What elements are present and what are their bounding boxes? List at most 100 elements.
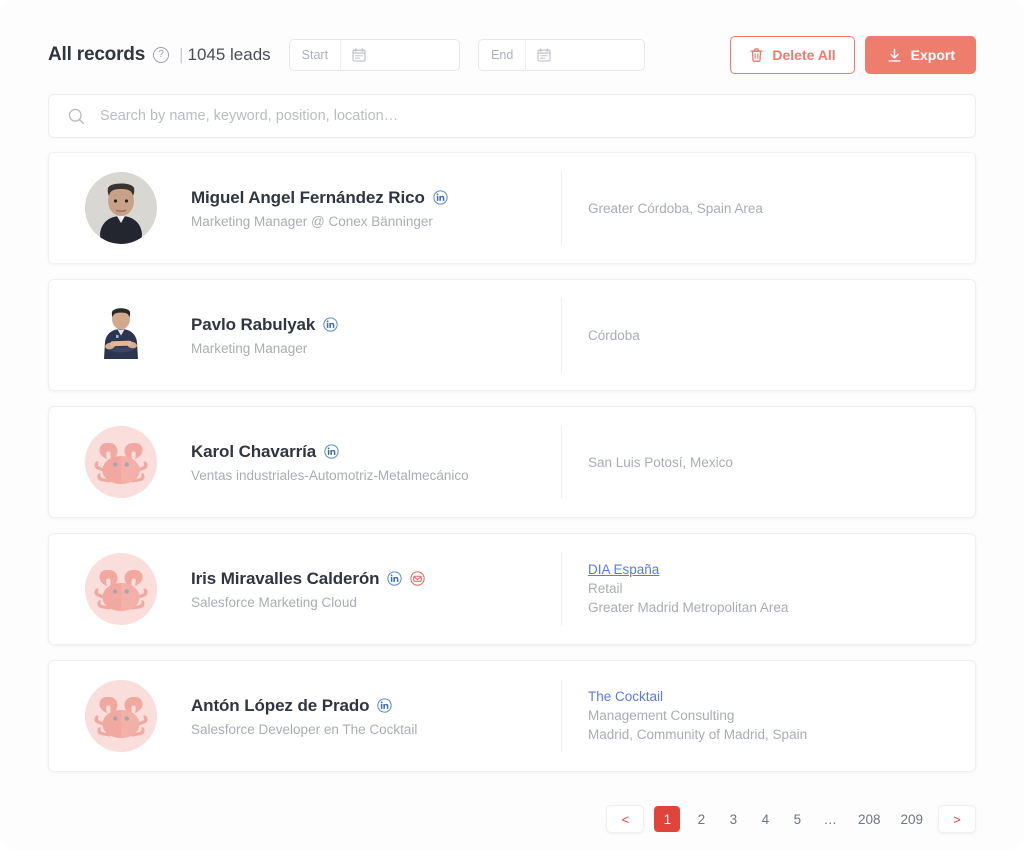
start-date-label: Start — [290, 40, 342, 70]
search-section — [0, 76, 1024, 138]
person-position: Marketing Manager @ Conex Bänninger — [191, 213, 433, 229]
company-name-link[interactable]: The Cocktail — [588, 689, 663, 704]
linkedin-icon[interactable] — [323, 317, 338, 332]
start-date-field[interactable]: Start — [288, 39, 461, 71]
company-industry: Retail — [588, 580, 623, 596]
title-block: All records ? | 1045 leads — [48, 44, 271, 66]
trash-icon — [750, 48, 763, 62]
person-name-row: Antón López de Prado — [191, 696, 561, 716]
linkedin-icon[interactable] — [387, 571, 403, 586]
pagination-page-2[interactable]: 2 — [690, 806, 712, 832]
avatar — [85, 553, 157, 625]
company-name-link[interactable]: DIA España — [588, 562, 659, 577]
delete-all-button[interactable]: Delete All — [730, 36, 855, 74]
crab-placeholder-icon — [85, 680, 157, 752]
person-name-row: Karol Chavarría — [191, 442, 561, 462]
person-cell: Pavlo Rabulyak Marketing Manager — [169, 315, 561, 356]
table-row[interactable]: Antón López de Prado Salesforce Develope… — [48, 660, 976, 772]
linkedin-icon[interactable] — [324, 444, 339, 459]
company-cell: Córdoba — [561, 298, 953, 372]
crab-placeholder-icon — [85, 426, 157, 498]
company-location: Greater Córdoba, Spain Area — [588, 200, 763, 216]
leads-page: All records ? | 1045 leads Start End Del… — [0, 0, 1024, 850]
company-cell: Greater Córdoba, Spain Area — [561, 171, 953, 245]
avatar — [85, 172, 157, 244]
company-industry: Management Consulting — [588, 707, 735, 723]
email-icon[interactable] — [410, 571, 426, 586]
person-name-row: Miguel Angel Fernández Rico — [191, 188, 561, 208]
linkedin-icon[interactable] — [433, 190, 448, 205]
lead-count: | 1045 leads — [179, 45, 271, 65]
person-name-row: Iris Miravalles Calderón — [191, 569, 561, 589]
pagination-ellipsis: … — [823, 811, 838, 827]
person-position: Ventas industriales-Automotriz-Metalmecá… — [191, 467, 469, 483]
person-name: Karol Chavarría — [191, 441, 317, 461]
company-location: Madrid, Community of Madrid, Spain — [588, 726, 808, 742]
pagination-page-209[interactable]: 209 — [895, 806, 928, 832]
question-circle-icon[interactable]: ? — [153, 47, 170, 63]
company-cell: The Cocktail Management Consulting Madri… — [561, 679, 953, 753]
export-button[interactable]: Export — [864, 36, 976, 74]
profile-photo — [85, 172, 157, 244]
person-cell: Antón López de Prado Salesforce Develope… — [169, 696, 561, 737]
pagination: < 1 2 3 4 5 … 208 209 > — [0, 787, 1024, 833]
avatar-cell — [73, 426, 169, 498]
person-position: Salesforce Marketing Cloud — [191, 594, 357, 610]
calendar-icon — [537, 48, 551, 62]
pagination-page-5[interactable]: 5 — [786, 806, 808, 832]
avatar — [85, 426, 157, 498]
avatar — [85, 680, 157, 752]
person-position: Marketing Manager — [191, 340, 308, 356]
avatar-cell — [73, 299, 169, 371]
table-row[interactable]: Karol Chavarría Ventas industriales-Auto… — [48, 406, 976, 518]
count-separator: | — [179, 45, 184, 64]
person-name-row: Pavlo Rabulyak — [191, 315, 561, 335]
person-name: Antón López de Prado — [191, 695, 370, 715]
date-range-group: Start End — [288, 39, 646, 71]
end-date-field[interactable]: End — [478, 39, 646, 71]
company-cell: San Luis Potosí, Mexico — [561, 425, 953, 499]
crab-placeholder-icon — [85, 553, 157, 625]
table-row[interactable]: Iris Miravalles Calderón Salesforce Mark… — [48, 533, 976, 645]
pagination-prev[interactable]: < — [606, 805, 645, 833]
start-date-input[interactable] — [341, 40, 459, 70]
person-name: Iris Miravalles Calderón — [191, 568, 380, 588]
leads-list: Miguel Angel Fernández Rico Marketing Ma… — [0, 138, 1024, 772]
search-input[interactable] — [100, 108, 957, 124]
search-icon — [68, 108, 85, 124]
company-location: Greater Madrid Metropolitan Area — [588, 599, 789, 615]
pagination-page-1[interactable]: 1 — [654, 806, 681, 832]
person-cell: Miguel Angel Fernández Rico Marketing Ma… — [169, 188, 561, 229]
end-date-input[interactable] — [526, 40, 644, 70]
person-name: Miguel Angel Fernández Rico — [191, 187, 425, 207]
person-cell: Iris Miravalles Calderón Salesforce Mark… — [169, 569, 561, 610]
page-header: All records ? | 1045 leads Start End Del… — [0, 0, 1024, 76]
company-cell: DIA España Retail Greater Madrid Metropo… — [561, 552, 953, 626]
header-actions: Delete All Export — [730, 36, 976, 74]
company-location: San Luis Potosí, Mexico — [588, 454, 733, 470]
person-name: Pavlo Rabulyak — [191, 314, 316, 334]
search-box[interactable] — [48, 94, 976, 138]
pagination-page-4[interactable]: 4 — [754, 806, 776, 832]
avatar — [85, 299, 157, 371]
person-cell: Karol Chavarría Ventas industriales-Auto… — [169, 442, 561, 483]
profile-photo — [85, 299, 157, 371]
table-row[interactable]: Pavlo Rabulyak Marketing Manager Córdoba — [48, 279, 976, 391]
delete-all-label: Delete All — [772, 47, 836, 63]
page-title: All records — [48, 44, 146, 65]
person-position: Salesforce Developer en The Cocktail — [191, 721, 418, 737]
download-icon — [888, 48, 901, 62]
export-label: Export — [910, 47, 955, 63]
avatar-cell — [73, 680, 169, 752]
calendar-icon — [352, 48, 366, 62]
lead-count-value: 1045 leads — [187, 45, 271, 64]
avatar-cell — [73, 172, 169, 244]
linkedin-icon[interactable] — [377, 698, 393, 713]
pagination-next[interactable]: > — [938, 805, 976, 833]
end-date-label: End — [479, 40, 527, 70]
company-location: Córdoba — [588, 327, 640, 343]
pagination-page-208[interactable]: 208 — [853, 806, 886, 832]
avatar-cell — [73, 553, 169, 625]
table-row[interactable]: Miguel Angel Fernández Rico Marketing Ma… — [48, 152, 976, 264]
pagination-page-3[interactable]: 3 — [722, 806, 744, 832]
